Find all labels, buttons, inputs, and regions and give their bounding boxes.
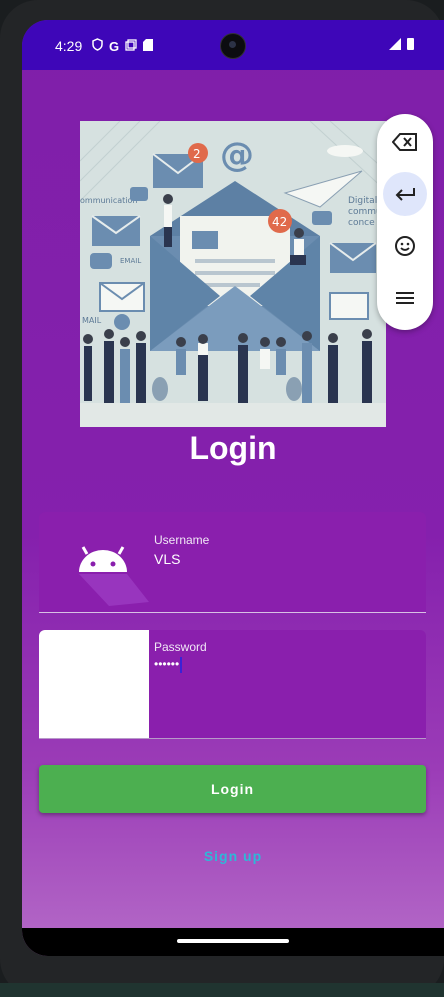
- hero-badge-top: 2: [193, 147, 201, 161]
- google-icon: G: [109, 38, 120, 54]
- front-camera: [220, 33, 246, 59]
- hero-label-email-2: MAIL: [82, 316, 102, 325]
- username-input[interactable]: VLS: [154, 551, 180, 567]
- enter-icon: [395, 188, 415, 201]
- enter-button[interactable]: [383, 172, 427, 216]
- password-underline: [39, 738, 426, 739]
- hero-label-right-1: Digital: [348, 196, 377, 206]
- password-image-placeholder: [39, 630, 149, 739]
- login-button[interactable]: Login: [39, 765, 426, 813]
- username-field[interactable]: Username VLS: [39, 512, 426, 612]
- navigation-bar: [22, 928, 444, 956]
- emoji-button[interactable]: [383, 224, 427, 268]
- sd-card-icon: [143, 38, 154, 54]
- hero-badge-mid: 42: [272, 215, 287, 229]
- page-title: Login: [189, 430, 277, 466]
- copy-icon: [125, 38, 137, 54]
- backspace-button[interactable]: [383, 120, 427, 164]
- android-icon: [79, 546, 149, 606]
- status-bar: 4:29 G: [22, 20, 444, 70]
- username-underline: [39, 612, 426, 613]
- password-label: Password: [154, 640, 207, 654]
- menu-button[interactable]: [383, 276, 427, 320]
- password-input[interactable]: ••••••: [154, 657, 183, 673]
- text-cursor: [180, 657, 183, 673]
- device-frame: 4:29 G @ 2 42 ommunication Digital commu…: [0, 0, 444, 997]
- hero-illustration: @ 2 42 ommunication Digital commu conce …: [80, 121, 386, 427]
- signup-link[interactable]: Sign up: [22, 848, 444, 864]
- hero-label-left: ommunication: [80, 196, 137, 205]
- password-value: ••••••: [154, 657, 180, 672]
- home-gesture-handle[interactable]: [177, 939, 289, 943]
- hero-label-right-3: conce: [348, 218, 375, 228]
- floating-keyboard-toolbar: [377, 114, 433, 330]
- emoji-icon: [395, 236, 415, 256]
- battery-icon: [407, 38, 414, 50]
- shield-icon: [92, 38, 103, 54]
- username-label: Username: [154, 533, 210, 547]
- bottom-strip: [0, 983, 444, 997]
- password-field[interactable]: Password ••••••: [39, 630, 426, 739]
- svg-text:@: @: [220, 135, 254, 175]
- status-time: 4:29: [55, 38, 83, 54]
- menu-icon: [396, 292, 414, 304]
- hero-label-email-1: EMAIL: [120, 257, 141, 265]
- backspace-icon: [392, 133, 417, 151]
- signal-icon: [389, 38, 401, 50]
